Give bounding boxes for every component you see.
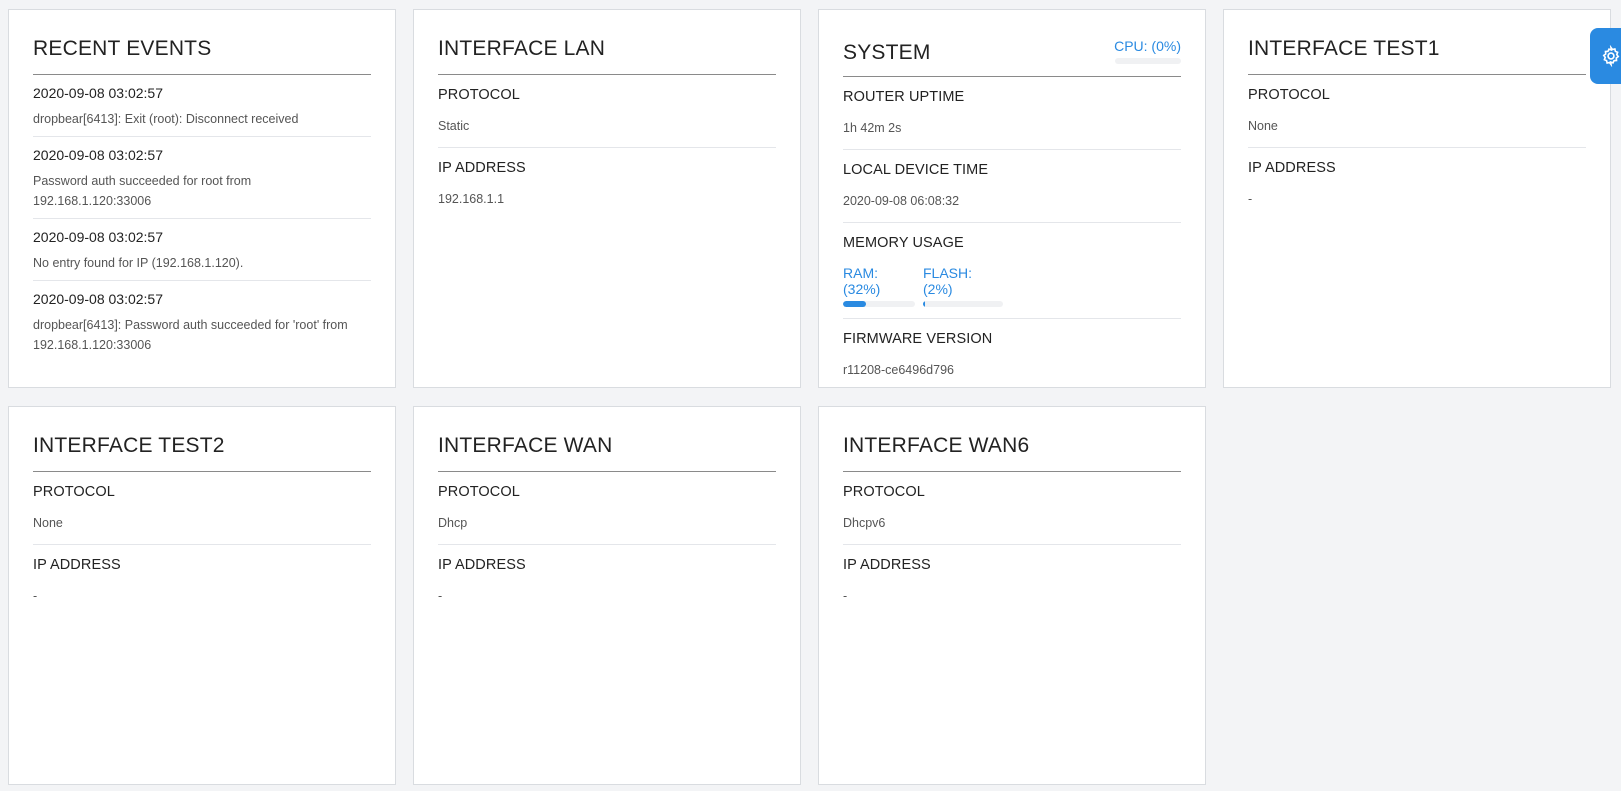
flash-bar-fill [923, 301, 925, 307]
field-label: PROTOCOL [843, 484, 925, 500]
protocol-field: PROTOCOL Static [438, 75, 776, 148]
ram-bar-fill [843, 301, 867, 307]
ram-bar [843, 301, 915, 307]
memory-usage-field: MEMORY USAGE RAM: (32%) FLASH: (2%) [843, 223, 1181, 319]
interface-wan-card: INTERFACE WAN PROTOCOL Dhcp IP ADDRESS - [413, 406, 801, 785]
interface-wan6-card: INTERFACE WAN6 PROTOCOL Dhcpv6 IP ADDRES… [818, 406, 1206, 785]
field-label: LOCAL DEVICE TIME [843, 162, 989, 178]
event-item: 2020-09-08 03:02:57 Password auth succee… [33, 137, 371, 219]
ip-address-field: IP ADDRESS - [438, 545, 776, 617]
field-value: 192.168.1.1 [438, 192, 505, 206]
field-value: - [438, 589, 443, 603]
settings-button[interactable] [1590, 28, 1621, 84]
field-value: None [33, 516, 63, 530]
card-header: RECENT EVENTS [33, 37, 371, 75]
system-card: SYSTEM CPU: (0%) ROUTER UPTIME 1h 42m 2s… [818, 9, 1206, 388]
field-value: Static [438, 119, 470, 133]
dashboard-grid: RECENT EVENTS 2020-09-08 03:02:57 dropbe… [8, 9, 1611, 785]
card-header: INTERFACE WAN [438, 434, 776, 472]
card-header: SYSTEM CPU: (0%) [843, 37, 1181, 77]
firmware-field: FIRMWARE VERSION r11208-ce6496d796 [843, 319, 1181, 387]
card-header: INTERFACE WAN6 [843, 434, 1181, 472]
ip-address-field: IP ADDRESS - [843, 545, 1181, 617]
card-header: INTERFACE LAN [438, 37, 776, 75]
protocol-field: PROTOCOL None [33, 472, 371, 545]
field-label: PROTOCOL [438, 484, 520, 500]
field-value: r11208-ce6496d796 [843, 363, 954, 377]
event-time: 2020-09-08 03:02:57 [33, 147, 163, 163]
event-item: 2020-09-08 03:02:57 No entry found for I… [33, 219, 371, 281]
protocol-field: PROTOCOL Dhcp [438, 472, 776, 545]
ram-usage: RAM: (32%) [843, 265, 915, 307]
memory-bars: RAM: (32%) FLASH: (2%) [843, 265, 1181, 307]
field-value: None [1248, 119, 1278, 133]
field-value: - [843, 589, 848, 603]
field-label: MEMORY USAGE [843, 235, 964, 251]
field-value: Dhcpv6 [843, 516, 886, 530]
ip-address-field: IP ADDRESS 192.168.1.1 [438, 148, 776, 220]
flash-usage: FLASH: (2%) [923, 265, 1003, 307]
event-time: 2020-09-08 03:02:57 [33, 291, 163, 307]
ip-address-field: IP ADDRESS - [1248, 148, 1586, 220]
flash-label: FLASH: (2%) [923, 265, 973, 297]
field-value: - [1248, 192, 1253, 206]
card-title: INTERFACE LAN [438, 37, 606, 60]
card-header: INTERFACE TEST2 [33, 434, 371, 472]
card-title: SYSTEM [843, 41, 931, 64]
field-label: IP ADDRESS [438, 160, 526, 176]
event-item: 2020-09-08 03:02:57 dropbear[6413]: Pass… [33, 281, 371, 362]
event-message: dropbear[6413]: Password auth succeeded … [33, 318, 348, 352]
field-label: PROTOCOL [1248, 87, 1330, 103]
field-label: FIRMWARE VERSION [843, 331, 993, 347]
field-value: Dhcp [438, 516, 468, 530]
cpu-label: CPU: (0%) [1114, 38, 1181, 54]
ip-address-field: IP ADDRESS - [33, 545, 371, 617]
field-label: PROTOCOL [438, 87, 520, 103]
event-message: No entry found for IP (192.168.1.120). [33, 256, 244, 270]
field-value: 2020-09-08 06:08:32 [843, 194, 960, 208]
field-label: IP ADDRESS [1248, 160, 1336, 176]
field-label: IP ADDRESS [33, 557, 121, 573]
field-value: - [33, 589, 38, 603]
field-value: 1h 42m 2s [843, 121, 902, 135]
protocol-field: PROTOCOL None [1248, 75, 1586, 148]
interface-test1-card: INTERFACE TEST1 PROTOCOL None IP ADDRESS… [1223, 9, 1611, 388]
event-time: 2020-09-08 03:02:57 [33, 85, 163, 101]
interface-test2-card: INTERFACE TEST2 PROTOCOL None IP ADDRESS… [8, 406, 396, 785]
field-label: IP ADDRESS [438, 557, 526, 573]
event-message: Password auth succeeded for root from 19… [33, 174, 252, 208]
interface-lan-card: INTERFACE LAN PROTOCOL Static IP ADDRESS… [413, 9, 801, 388]
card-title: INTERFACE TEST1 [1248, 37, 1440, 60]
event-time: 2020-09-08 03:02:57 [33, 229, 163, 245]
event-message: dropbear[6413]: Exit (root): Disconnect … [33, 112, 299, 126]
card-header: INTERFACE TEST1 [1248, 37, 1586, 75]
card-title: INTERFACE WAN6 [843, 434, 1030, 457]
field-label: ROUTER UPTIME [843, 89, 965, 105]
event-item: 2020-09-08 03:02:57 dropbear[6413]: Exit… [33, 75, 371, 137]
gear-icon [1602, 45, 1620, 67]
cpu-usage: CPU: (0%) [1114, 38, 1181, 64]
field-label: PROTOCOL [33, 484, 115, 500]
protocol-field: PROTOCOL Dhcpv6 [843, 472, 1181, 545]
card-title: INTERFACE TEST2 [33, 434, 225, 457]
field-label: IP ADDRESS [843, 557, 931, 573]
card-title: RECENT EVENTS [33, 37, 212, 60]
local-time-field: LOCAL DEVICE TIME 2020-09-08 06:08:32 [843, 150, 1181, 223]
card-title: INTERFACE WAN [438, 434, 613, 457]
uptime-field: ROUTER UPTIME 1h 42m 2s [843, 77, 1181, 150]
cpu-bar [1115, 58, 1181, 64]
recent-events-card: RECENT EVENTS 2020-09-08 03:02:57 dropbe… [8, 9, 396, 388]
flash-bar [923, 301, 1003, 307]
ram-label: RAM: (32%) [843, 265, 881, 297]
